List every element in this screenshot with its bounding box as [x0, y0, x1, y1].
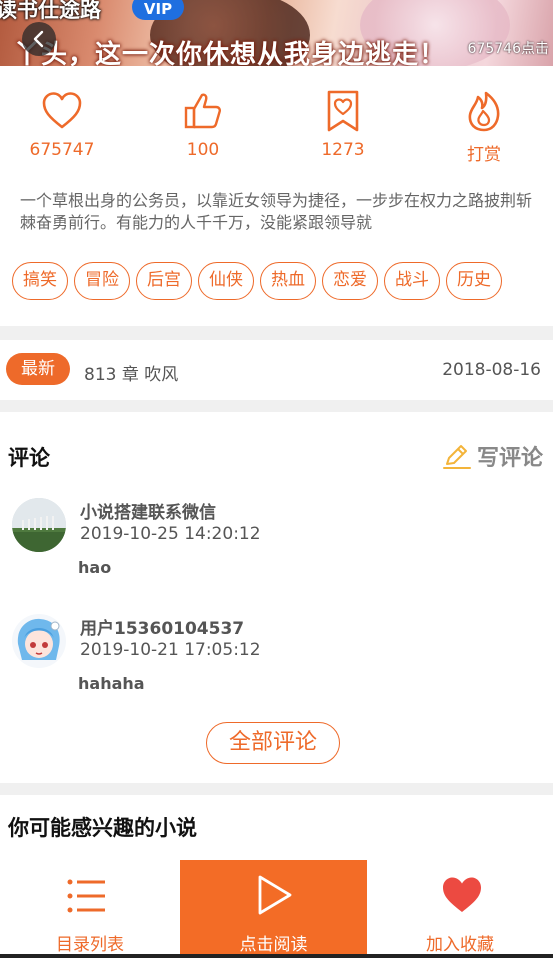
latest-badge: 最新	[6, 353, 70, 385]
comments-header: 评论 写评论	[0, 412, 553, 492]
comment-item: 用户15360104537 2019-10-21 17:05:12 hahaha	[0, 614, 553, 724]
tag-chip[interactable]: 恋爱	[322, 262, 378, 300]
thumbs-up-icon	[184, 93, 221, 129]
back-button[interactable]	[22, 22, 56, 56]
landscape-avatar-image	[12, 498, 66, 552]
heart-outline-icon	[42, 92, 82, 129]
read-button[interactable]: 点击阅读	[180, 860, 367, 955]
comment-text: hahaha	[78, 674, 145, 693]
stat-reward-label: 打赏	[467, 145, 501, 165]
recommendations-heading: 你可能感兴趣的小说	[8, 816, 197, 840]
tag-chip[interactable]: 热血	[260, 262, 316, 300]
stat-likes[interactable]: 675747	[0, 88, 131, 160]
pencil-icon	[442, 445, 471, 469]
bottom-edge-line	[0, 954, 553, 958]
chevron-left-icon	[33, 30, 44, 48]
section-divider	[0, 400, 553, 412]
book-title: 读书仕途路	[0, 0, 101, 22]
stat-bookmarks[interactable]: 1273	[274, 88, 412, 160]
avatar[interactable]	[12, 498, 66, 552]
play-icon	[258, 875, 292, 915]
section-divider	[0, 326, 553, 340]
latest-chapter-row[interactable]: 最新 813 章 吹风 2018-08-16	[0, 340, 553, 400]
list-icon	[67, 879, 105, 913]
favorite-label: 加入收藏	[426, 935, 494, 955]
tag-chip[interactable]: 战斗	[384, 262, 440, 300]
latest-chapter-date: 2018-08-16	[442, 360, 541, 380]
anime-avatar-image	[12, 614, 66, 668]
tag-chip[interactable]: 历史	[446, 262, 502, 300]
comment-user: 小说搭建联系微信	[80, 503, 216, 523]
tag-chip[interactable]: 搞笑	[12, 262, 68, 300]
stat-reward[interactable]: 打赏	[415, 88, 553, 165]
bottom-action-bar: 目录列表 点击阅读 加入收藏	[0, 860, 553, 958]
stat-thumbs[interactable]: 100	[134, 88, 272, 160]
genre-tags: 搞笑 冒险 后宫 仙侠 热血 恋爱 战斗 历史	[12, 262, 553, 302]
comment-time: 2019-10-25 14:20:12	[80, 524, 261, 544]
stat-bookmarks-value: 1273	[321, 140, 365, 160]
latest-chapter-title: 813 章 吹风	[84, 365, 179, 385]
comment-user: 用户15360104537	[80, 619, 245, 639]
tag-chip[interactable]: 后宫	[136, 262, 192, 300]
favorite-button[interactable]: 加入收藏	[367, 860, 553, 955]
flame-icon	[468, 91, 500, 132]
stat-likes-value: 675747	[29, 140, 95, 160]
toc-button[interactable]: 目录列表	[0, 860, 180, 955]
banner-tagline: 丫头，这一次你休想从我身边逃走！	[14, 40, 447, 66]
comments-heading: 评论	[8, 446, 50, 470]
click-count: 675746点击	[467, 41, 549, 57]
stat-thumbs-value: 100	[186, 140, 220, 160]
toc-label: 目录列表	[56, 935, 124, 955]
stats-row: 675747 100 1273 打赏	[0, 66, 553, 170]
bookmark-heart-icon	[327, 90, 359, 132]
vip-badge: VIP	[132, 0, 184, 20]
all-comments-button[interactable]: 全部评论	[206, 722, 340, 764]
tag-chip[interactable]: 仙侠	[198, 262, 254, 300]
write-comment-label: 写评论	[476, 446, 543, 471]
read-label: 点击阅读	[239, 935, 308, 955]
avatar[interactable]	[12, 614, 66, 668]
book-description: 一个草根出身的公务员，以靠近女领导为捷径，一步步在权力之路披荆斩棘奋勇前行。有能…	[20, 191, 533, 232]
write-comment-button[interactable]: 写评论	[441, 440, 543, 472]
section-divider	[0, 783, 553, 795]
heart-icon	[443, 877, 481, 912]
tag-chip[interactable]: 冒险	[74, 262, 130, 300]
comment-text: hao	[78, 558, 112, 577]
comment-item: 小说搭建联系微信 2019-10-25 14:20:12 hao	[0, 498, 553, 608]
comment-time: 2019-10-21 17:05:12	[80, 640, 261, 660]
cover-banner: 读书仕途路 VIP 丫头，这一次你休想从我身边逃走！ 675746点击	[0, 0, 553, 66]
